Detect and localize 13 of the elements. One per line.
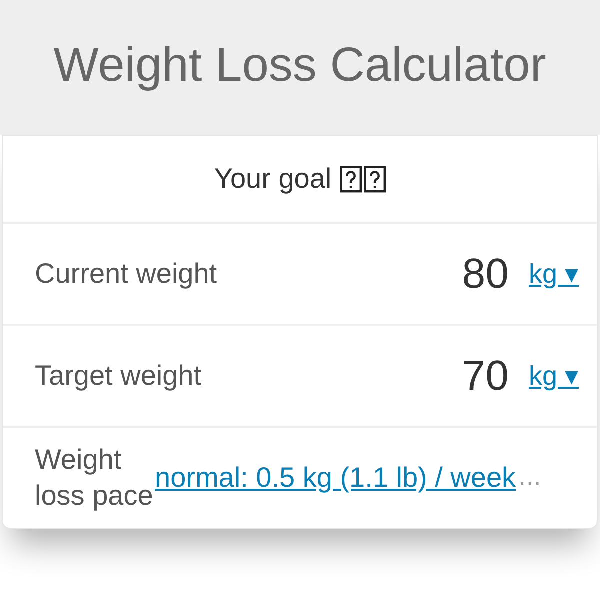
field-label: Target weight (35, 360, 203, 392)
unit-dropdown[interactable]: kg ▾ (528, 360, 579, 392)
section-title: Your goal (214, 163, 332, 195)
weight-input[interactable]: 80 (428, 250, 509, 298)
missing-glyph-icon (364, 166, 386, 192)
pace-dropdown[interactable]: normal: 0.5 kg (1.1 lb) / week (155, 462, 516, 494)
field-label: Current weight (35, 258, 218, 290)
calculator-title: Weight Loss Calculator (54, 38, 546, 93)
ellipsis: … (518, 464, 542, 492)
field-label: Weight loss pace (35, 443, 154, 513)
unit-dropdown[interactable]: kg ▾ (528, 258, 579, 290)
missing-glyph-icon (340, 166, 362, 192)
weight-input[interactable]: 70 (428, 352, 509, 400)
